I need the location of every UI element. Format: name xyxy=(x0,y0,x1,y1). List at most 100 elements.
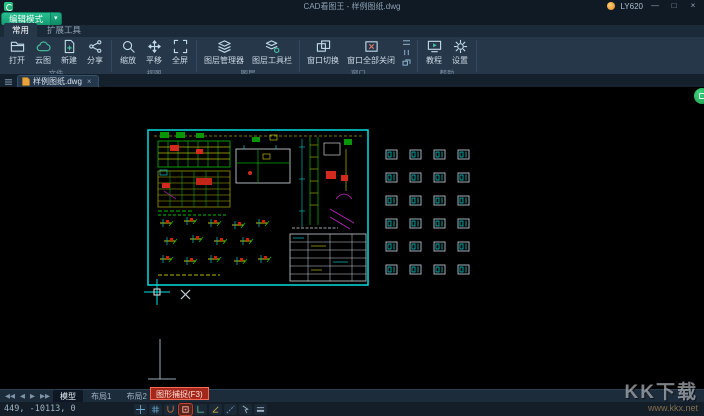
feedback-float-button[interactable] xyxy=(694,88,704,104)
layer-manager-button[interactable]: 图层管理器 xyxy=(201,38,247,67)
drawing-area[interactable] xyxy=(0,87,704,389)
object-snap-toggle[interactable] xyxy=(179,404,192,415)
new-file-icon xyxy=(62,39,77,54)
ribbon-group-window: 窗口切换 窗口全部关闭 窗口 xyxy=(301,38,416,74)
dwg-file-icon xyxy=(22,77,30,86)
ucs-axis-icon xyxy=(148,339,176,379)
close-all-windows-label: 窗口全部关闭 xyxy=(347,55,395,66)
share-label: 分享 xyxy=(87,55,103,66)
folder-open-icon xyxy=(10,39,25,54)
object-track-toggle[interactable] xyxy=(224,404,237,415)
zoom-icon xyxy=(121,39,136,54)
settings-button[interactable]: 设置 xyxy=(448,38,472,67)
tab-close-icon[interactable]: × xyxy=(85,78,92,86)
plan-drawing xyxy=(236,135,290,183)
group-separator xyxy=(476,40,477,72)
pan-label: 平移 xyxy=(146,55,162,66)
window-mini-tools xyxy=(400,38,413,67)
group-separator xyxy=(196,40,197,72)
tab-layout2[interactable]: 布局2 xyxy=(119,390,153,403)
window-switch-button[interactable]: 窗口切换 xyxy=(304,38,342,67)
user-name[interactable]: LY620 xyxy=(620,2,643,11)
window-switch-icon xyxy=(316,39,331,54)
ribbon-group-view: 缩放 平移 全屏 视图 xyxy=(113,38,195,74)
zoom-label: 缩放 xyxy=(120,55,136,66)
zoom-button[interactable]: 缩放 xyxy=(116,38,140,67)
share-button[interactable]: 分享 xyxy=(83,38,107,67)
tab-layout1[interactable]: 布局1 xyxy=(84,390,118,403)
status-toggles xyxy=(134,404,267,415)
crosshair-toggle[interactable] xyxy=(134,404,147,415)
tile-horizontal-mini-button[interactable] xyxy=(400,38,413,47)
feedback-icon xyxy=(699,93,704,99)
share-icon xyxy=(88,39,103,54)
tutorial-icon xyxy=(427,39,442,54)
maximize-button[interactable]: □ xyxy=(667,0,681,12)
doc-list-icon[interactable] xyxy=(2,76,14,87)
first-layout-icon[interactable]: ◀◀ xyxy=(3,392,17,400)
app-logo-icon xyxy=(4,2,13,11)
cloud-drawings-button[interactable]: 云图 xyxy=(31,38,55,67)
lineweight-toggle[interactable] xyxy=(254,404,267,415)
layer-manager-label: 图层管理器 xyxy=(204,55,244,66)
pan-button[interactable]: 平移 xyxy=(142,38,166,67)
snap-toggle[interactable] xyxy=(164,404,177,415)
fullscreen-icon xyxy=(173,39,188,54)
pan-icon xyxy=(147,39,162,54)
document-tab-label: 样例图纸.dwg xyxy=(33,76,82,87)
group-separator xyxy=(299,40,300,72)
ribbon-tabbar: 常用 扩展工具 xyxy=(0,25,704,37)
prev-layout-icon[interactable]: ◀ xyxy=(18,392,27,400)
cursor-coordinates: 449, -10113, 0 xyxy=(4,404,76,414)
layer-tools-icon xyxy=(265,39,280,54)
fullscreen-button[interactable]: 全屏 xyxy=(168,38,192,67)
layout-tabbar: ◀◀ ◀ ▶ ▶▶ 模型 布局1 布局2 xyxy=(0,389,704,402)
close-button[interactable]: × xyxy=(686,0,700,12)
ribbon-group-layers: 图层管理器 图层工具栏 图层 xyxy=(198,38,298,74)
cascade-mini-button[interactable] xyxy=(400,58,413,67)
document-tabbar: 样例图纸.dwg × xyxy=(0,74,704,87)
layer-toolbar-button[interactable]: 图层工具栏 xyxy=(249,38,295,67)
tab-model[interactable]: 模型 xyxy=(53,390,83,403)
titlebar: CAD看图王 - 样例图纸.dwg LY620 — □ × xyxy=(0,0,704,12)
fullscreen-label: 全屏 xyxy=(172,55,188,66)
close-all-windows-button[interactable]: 窗口全部关闭 xyxy=(344,38,398,67)
new-file-label: 新建 xyxy=(61,55,77,66)
minimize-button[interactable]: — xyxy=(648,0,662,12)
grid-toggle[interactable] xyxy=(149,404,162,415)
next-layout-icon[interactable]: ▶ xyxy=(28,392,37,400)
tile-vertical-mini-button[interactable] xyxy=(400,48,413,57)
dynamic-input-toggle[interactable] xyxy=(239,404,252,415)
user-avatar[interactable] xyxy=(607,2,615,10)
settings-label: 设置 xyxy=(452,55,468,66)
titleblock-table xyxy=(290,228,366,281)
ortho-toggle[interactable] xyxy=(194,404,207,415)
layer-toolbar-label: 图层工具栏 xyxy=(252,55,292,66)
layers-icon xyxy=(217,39,232,54)
cad-drawing[interactable] xyxy=(0,87,704,389)
window-switch-label: 窗口切换 xyxy=(307,55,339,66)
group-separator xyxy=(111,40,112,72)
last-layout-icon[interactable]: ▶▶ xyxy=(38,392,52,400)
section-drawing xyxy=(299,137,354,229)
block-symbol-grid xyxy=(386,150,469,274)
group-separator xyxy=(417,40,418,72)
open-button-label: 打开 xyxy=(9,55,25,66)
tutorial-button[interactable]: 教程 xyxy=(422,38,446,67)
ribbon: 打开 云图 新建 分享 文件 xyxy=(0,37,704,74)
new-file-button[interactable]: 新建 xyxy=(57,38,81,67)
tab-extended-tools[interactable]: 扩展工具 xyxy=(39,23,89,37)
cloud-drawings-label: 云图 xyxy=(35,55,51,66)
gear-icon xyxy=(453,39,468,54)
tutorial-label: 教程 xyxy=(426,55,442,66)
open-button[interactable]: 打开 xyxy=(5,38,29,67)
ribbon-group-help: 教程 设置 帮助 xyxy=(419,38,475,74)
document-tab[interactable]: 样例图纸.dwg × xyxy=(17,75,99,87)
ribbon-group-file: 打开 云图 新建 分享 文件 xyxy=(2,38,110,74)
cad-app-window: CAD看图王 - 样例图纸.dwg LY620 — □ × 编辑模式 ▾ 常用 … xyxy=(0,0,704,416)
status-bar: 449, -10113, 0 xyxy=(0,402,704,416)
elevation-drawing xyxy=(158,132,230,215)
polar-toggle[interactable] xyxy=(209,404,222,415)
window-title: CAD看图王 - 样例图纸.dwg xyxy=(0,1,704,12)
tab-common[interactable]: 常用 xyxy=(4,23,37,37)
